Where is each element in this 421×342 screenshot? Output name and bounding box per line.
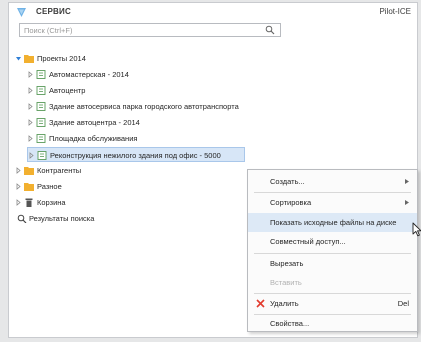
menu-item-label: Сортировка [270, 198, 312, 207]
collapsed-arrow-icon[interactable] [27, 67, 35, 82]
project-document-icon [37, 151, 47, 160]
tree-item-project[interactable]: Здание автосервиса парка городского авто… [27, 99, 287, 114]
menu-item-show-source-files[interactable]: Показать исходные файлы на диске [248, 213, 417, 232]
app-logo-icon [17, 8, 26, 17]
search-input[interactable]: Поиск (Ctrl+F) [19, 23, 281, 37]
collapsed-arrow-icon[interactable] [28, 148, 36, 163]
menu-item-label: Совместный доступ... [270, 237, 346, 246]
collapsed-arrow-icon[interactable] [27, 99, 35, 114]
tree-item-contractors[interactable]: Контрагенты [15, 163, 215, 178]
collapsed-arrow-icon[interactable] [27, 131, 35, 146]
tree-item-project[interactable]: Площадка обслуживания [27, 131, 247, 146]
search-placeholder: Поиск (Ctrl+F) [24, 26, 73, 35]
panel-header: СЕРВИС Pilot-ICE [9, 3, 417, 21]
tree-item-label: Корзина [37, 198, 66, 207]
collapsed-arrow-icon[interactable] [27, 115, 35, 130]
tree-item-label: Контрагенты [37, 166, 82, 175]
app-name: Pilot-ICE [379, 7, 411, 16]
tree-item-label: Результаты поиска [29, 214, 95, 223]
collapsed-arrow-icon[interactable] [15, 195, 23, 210]
menu-item-sort[interactable]: Сортировка [248, 193, 417, 212]
submenu-arrow-icon [405, 200, 409, 205]
mouse-cursor-icon [412, 222, 421, 237]
folder-icon [24, 55, 34, 63]
menu-item-label: Вырезать [270, 259, 304, 268]
menu-item-label: Вставить [270, 278, 302, 287]
menu-item-cut[interactable]: Вырезать [248, 254, 417, 273]
tree-item-projects-2014[interactable]: Проекты 2014 [15, 51, 215, 66]
tree-item-trash[interactable]: Корзина [15, 195, 215, 210]
menu-item-label: Свойства... [270, 319, 310, 328]
project-document-icon [36, 134, 46, 143]
search-results-icon [17, 214, 27, 223]
menu-item-create[interactable]: Создать... [248, 172, 417, 191]
delete-x-icon [256, 299, 265, 308]
submenu-arrow-icon [405, 179, 409, 184]
panel-title: СЕРВИС [36, 7, 71, 16]
project-document-icon [36, 70, 46, 79]
tree-item-search-results[interactable]: Результаты поиска [15, 211, 215, 226]
menu-item-shared-access[interactable]: Совместный доступ... [248, 232, 417, 251]
context-menu: Создать... Сортировка Показать исходные … [247, 169, 421, 333]
menu-shortcut: Del [397, 299, 409, 308]
tree-item-label: Реконструкция нежилого здания под офис -… [50, 151, 221, 160]
tree-item-label: Разное [37, 182, 62, 191]
tree-item-label: Автоцентр [49, 86, 86, 95]
folder-icon [24, 183, 34, 191]
search-icon[interactable] [265, 25, 275, 35]
tree-item-project[interactable]: Автомастерская - 2014 [27, 67, 247, 82]
folder-icon [24, 167, 34, 175]
collapsed-arrow-icon[interactable] [15, 163, 23, 178]
project-document-icon [36, 118, 46, 127]
tree-item-label: Проекты 2014 [37, 54, 86, 63]
project-document-icon [36, 102, 46, 111]
collapsed-arrow-icon[interactable] [15, 179, 23, 194]
explorer-panel: СЕРВИС Pilot-ICE Поиск (Ctrl+F) Проекты … [8, 2, 421, 338]
collapsed-arrow-icon[interactable] [27, 83, 35, 98]
menu-item-label: Показать исходные файлы на диске [270, 218, 397, 227]
tree-item-project-selected[interactable]: Реконструкция нежилого здания под офис -… [27, 147, 245, 162]
trash-icon [25, 198, 33, 207]
menu-item-label: Удалить [270, 299, 299, 308]
tree-item-misc[interactable]: Разное [15, 179, 215, 194]
tree-item-label: Площадка обслуживания [49, 134, 138, 143]
menu-item-label: Создать... [270, 177, 305, 186]
menu-item-properties[interactable]: Свойства... [248, 314, 417, 333]
project-document-icon [36, 86, 46, 95]
tree-item-label: Здание автосервиса парка городского авто… [49, 102, 239, 111]
tree-item-project[interactable]: Здание автоцентра - 2014 [27, 115, 247, 130]
menu-item-delete[interactable]: Удалить Del [248, 294, 417, 313]
menu-item-paste: Вставить [248, 273, 417, 292]
tree-item-label: Здание автоцентра - 2014 [49, 118, 140, 127]
tree-item-project[interactable]: Автоцентр [27, 83, 247, 98]
tree-item-label: Автомастерская - 2014 [49, 70, 129, 79]
expanded-arrow-icon[interactable] [15, 51, 23, 66]
